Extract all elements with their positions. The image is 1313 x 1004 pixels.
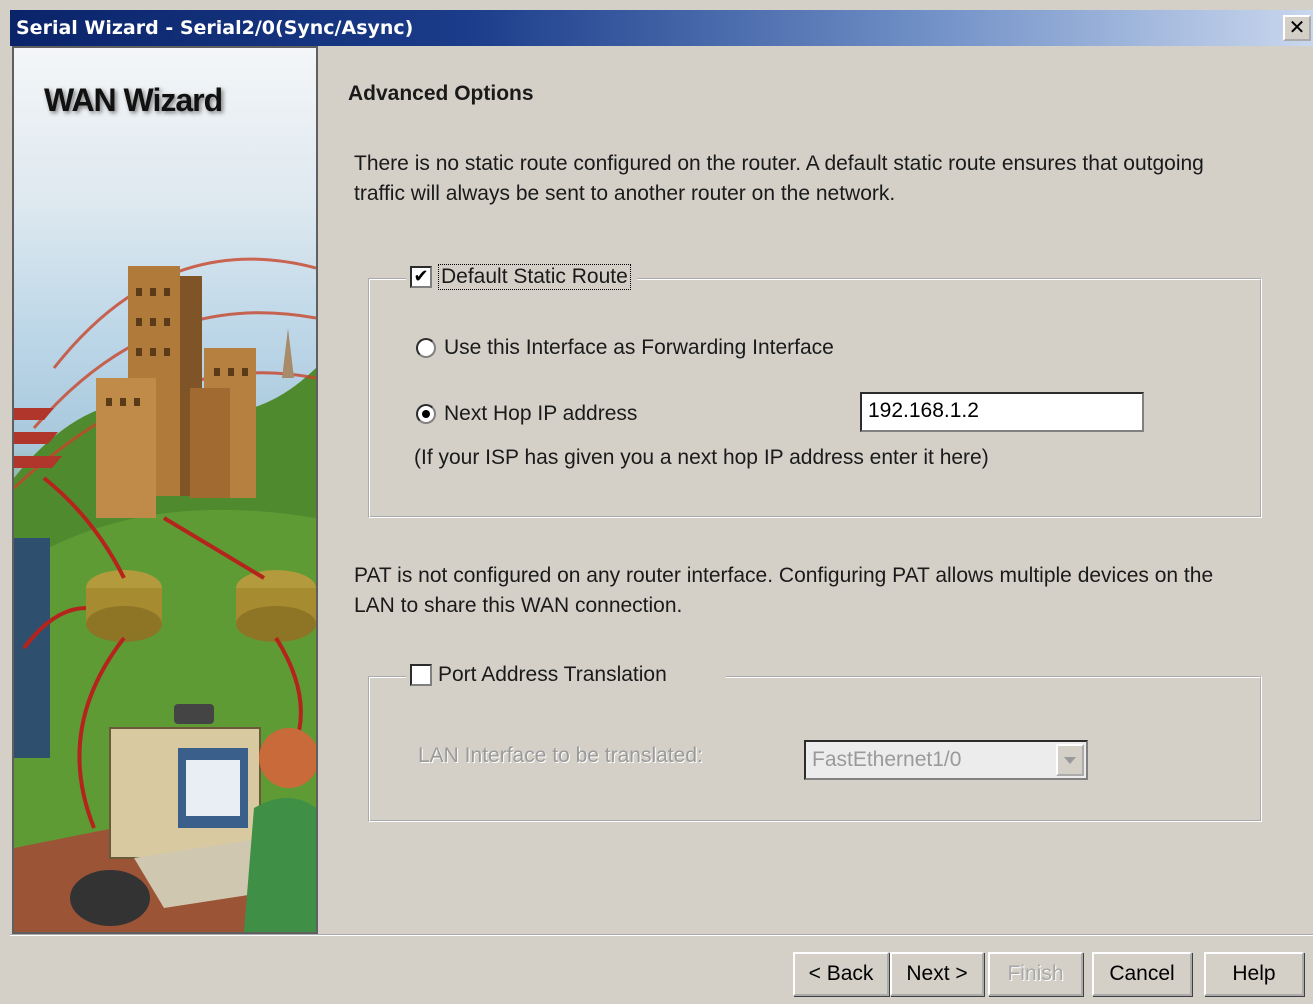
- pat-description: PAT is not configured on any router inte…: [354, 564, 1214, 617]
- pat-checkbox[interactable]: [410, 664, 432, 686]
- next-hop-radio[interactable]: [416, 404, 436, 424]
- wizard-banner-image: WAN Wizard: [12, 46, 318, 934]
- radio-selected-icon: [422, 410, 430, 418]
- static-route-description: There is no static route configured on t…: [354, 152, 1204, 205]
- dropdown-arrow-icon[interactable]: [1056, 744, 1084, 776]
- next-hop-option[interactable]: Next Hop IP address: [416, 402, 637, 426]
- close-icon: ✕: [1288, 15, 1306, 39]
- help-button[interactable]: Help: [1204, 952, 1304, 996]
- lan-interface-select[interactable]: FastEthernet1/0: [804, 740, 1088, 780]
- next-hop-ip-input[interactable]: 192.168.1.2: [860, 392, 1144, 432]
- serial-wizard-window: Serial Wizard - Serial2/0(Sync/Async) ✕: [0, 0, 1313, 1004]
- wizard-content: Advanced Options There is no static rout…: [318, 46, 1313, 934]
- forwarding-interface-label: Use this Interface as Forwarding Interfa…: [444, 336, 834, 359]
- next-hop-hint: (If your ISP has given you a next hop IP…: [414, 446, 989, 469]
- next-hop-label: Next Hop IP address: [444, 402, 638, 425]
- lan-interface-value: FastEthernet1/0: [812, 748, 962, 771]
- page-title: Advanced Options: [348, 82, 534, 105]
- title-bar[interactable]: Serial Wizard - Serial2/0(Sync/Async) ✕: [10, 10, 1313, 46]
- lan-interface-label: LAN Interface to be translated:: [418, 744, 703, 767]
- wan-illustration: [14, 257, 316, 932]
- button-bar: < Back Next > Finish Cancel Help: [10, 934, 1313, 1004]
- forwarding-interface-radio[interactable]: [416, 338, 436, 358]
- checkmark-icon: ✔: [413, 266, 429, 287]
- banner-title: WAN Wizard: [44, 82, 223, 118]
- port-address-translation-group: Port Address Translation LAN Interface t…: [368, 658, 1262, 822]
- default-static-route-group: ✔ Default Static Route Use this Interfac…: [368, 260, 1262, 518]
- forwarding-interface-option[interactable]: Use this Interface as Forwarding Interfa…: [416, 336, 834, 360]
- cancel-button[interactable]: Cancel: [1092, 952, 1192, 996]
- close-button[interactable]: ✕: [1283, 15, 1311, 41]
- next-button[interactable]: Next >: [890, 952, 984, 996]
- default-static-route-legend: ✔ Default Static Route: [406, 260, 637, 294]
- finish-button[interactable]: Finish: [988, 952, 1083, 996]
- pat-legend: Port Address Translation: [406, 658, 726, 692]
- default-static-route-label[interactable]: Default Static Route: [438, 264, 631, 290]
- default-static-route-checkbox[interactable]: ✔: [410, 266, 432, 288]
- pat-label[interactable]: Port Address Translation: [438, 663, 667, 687]
- window-title: Serial Wizard - Serial2/0(Sync/Async): [16, 17, 414, 39]
- back-button[interactable]: < Back: [793, 952, 889, 996]
